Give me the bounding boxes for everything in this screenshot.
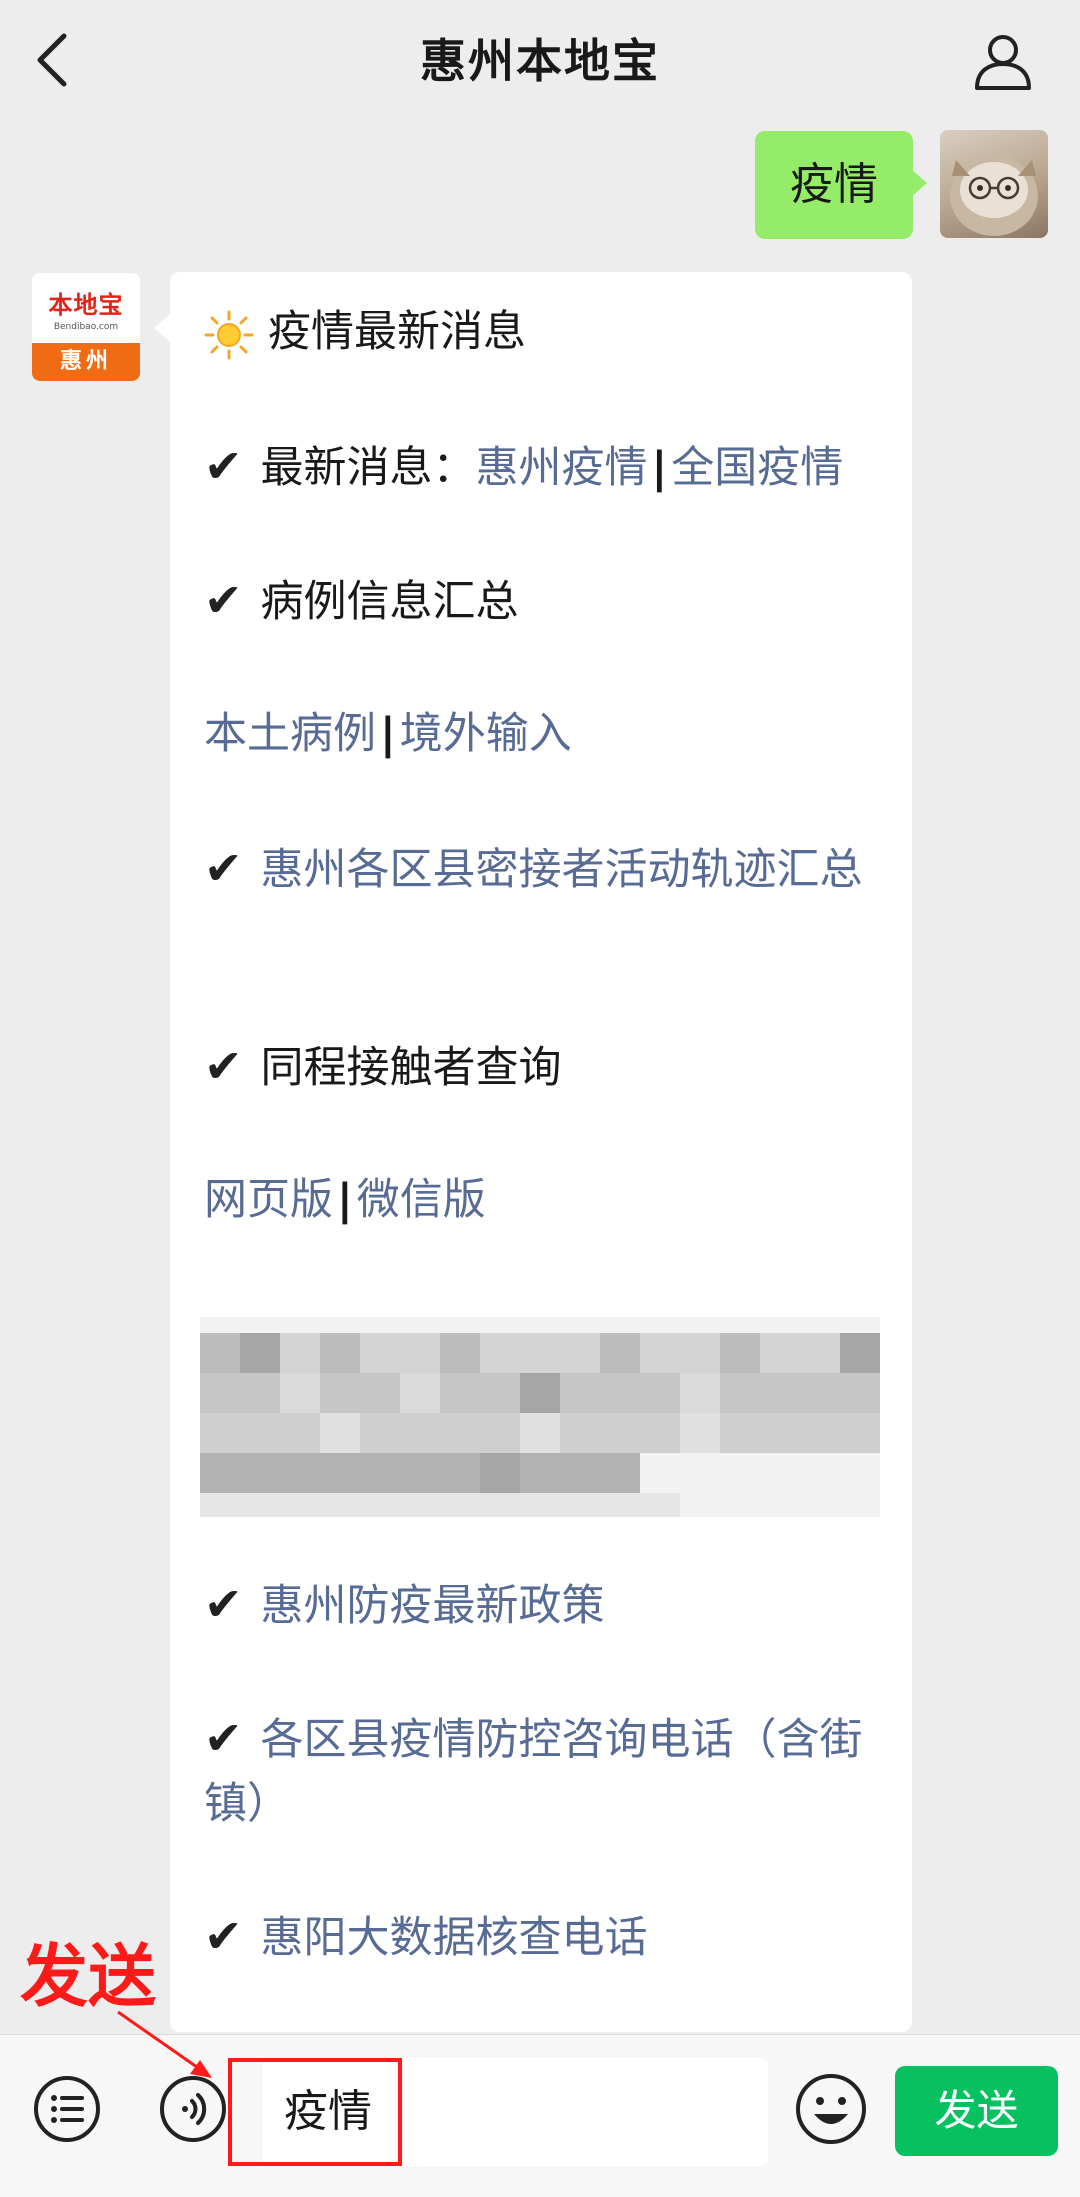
cases-summary-row: ✔ 病例信息汇总 xyxy=(204,568,894,634)
same-trip-row: ✔ 同程接触者查询 xyxy=(204,1034,894,1100)
hotline-row: ✔ 各区县疫情防控咨询电话（含街镇） xyxy=(204,1706,894,1836)
latest-label: 最新消息： xyxy=(260,443,476,493)
outgoing-message-bubble[interactable]: 疫情 xyxy=(755,131,927,239)
send-button[interactable]: 发送 xyxy=(895,2066,1058,2156)
emoji-icon[interactable] xyxy=(794,2072,868,2146)
separator: | xyxy=(337,1175,353,1225)
national-epidemic-link[interactable]: 全国疫情 xyxy=(671,443,843,493)
bendibao-avatar[interactable]: 本地宝 Bendibao.com 惠州 xyxy=(32,273,140,381)
check-icon: ✔ xyxy=(204,841,243,895)
same-trip-label: 同程接触者查询 xyxy=(260,1043,562,1093)
check-icon: ✔ xyxy=(204,439,243,493)
logo-city-banner: 惠州 xyxy=(32,343,140,381)
incoming-message-card: 疫情最新消息 ✔ 最新消息：惠州疫情|全国疫情 ✔ 病例信息汇总 本土病例|境外输入… xyxy=(154,272,912,2032)
chat-title: 惠州本地宝 xyxy=(420,34,660,88)
local-cases-link[interactable]: 本土病例 xyxy=(204,709,376,759)
check-icon: ✔ xyxy=(204,1039,243,1093)
annotation-label: 发送 xyxy=(20,1938,157,2017)
version-links-row: 网页版|微信版 xyxy=(204,1168,894,1232)
policy-row: ✔ 惠州防疫最新政策 xyxy=(204,1572,894,1638)
bigdata-link[interactable]: 惠阳大数据核查电话 xyxy=(261,1913,648,1963)
hotline-link[interactable]: 各区县疫情防控咨询电话（含街镇） xyxy=(204,1715,863,1829)
cases-links-row: 本土病例|境外输入 xyxy=(204,702,894,766)
mosaic-redacted-block xyxy=(200,1317,880,1517)
imported-cases-link[interactable]: 境外输入 xyxy=(400,709,572,759)
user-avatar[interactable] xyxy=(940,130,1048,238)
sun-icon xyxy=(204,310,254,359)
check-icon: ✔ xyxy=(204,1577,243,1631)
trajectory-link[interactable]: 惠州各区县密接者活动轨迹汇总 xyxy=(261,845,863,895)
trajectory-row: ✔ 惠州各区县密接者活动轨迹汇总 xyxy=(204,836,894,902)
card-title-row: 疫情最新消息 xyxy=(204,300,894,364)
cases-summary-label: 病例信息汇总 xyxy=(260,577,519,627)
cat-photo xyxy=(950,156,1038,236)
bendibao-logo: 本地宝 Bendibao.com xyxy=(32,273,140,341)
check-icon: ✔ xyxy=(204,1909,243,1963)
voice-icon[interactable] xyxy=(158,2074,228,2144)
latest-news-row: ✔ 最新消息：惠州疫情|全国疫情 xyxy=(204,434,894,500)
huizhou-epidemic-link[interactable]: 惠州疫情 xyxy=(476,443,648,493)
bigdata-row: ✔ 惠阳大数据核查电话 xyxy=(204,1904,894,1970)
chat-header: 惠州本地宝 xyxy=(0,0,1080,126)
policy-link[interactable]: 惠州防疫最新政策 xyxy=(261,1581,605,1631)
user-icon[interactable] xyxy=(972,30,1034,92)
card-title: 疫情最新消息 xyxy=(268,307,526,357)
wechat-version-link[interactable]: 微信版 xyxy=(357,1175,486,1225)
web-version-link[interactable]: 网页版 xyxy=(204,1175,333,1225)
annotation-highlight-box xyxy=(228,2058,402,2166)
separator: | xyxy=(380,709,396,759)
check-icon: ✔ xyxy=(204,1711,243,1765)
check-icon: ✔ xyxy=(204,573,243,627)
separator: | xyxy=(651,443,668,493)
list-icon[interactable] xyxy=(32,2074,102,2144)
